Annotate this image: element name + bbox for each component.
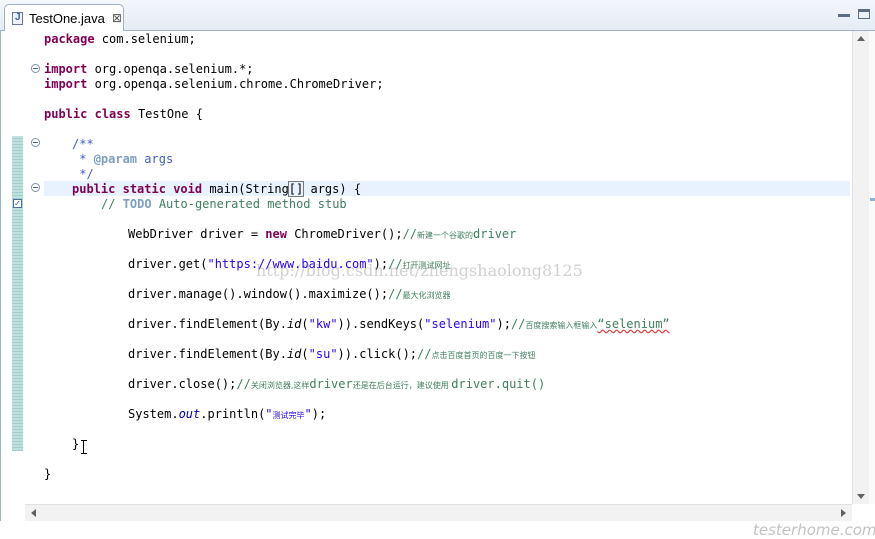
minimize-icon[interactable] <box>838 9 850 17</box>
corner-watermark: testerhome.com <box>753 521 875 539</box>
tab-label: TestOne.java <box>29 10 105 26</box>
maximize-icon[interactable] <box>858 9 870 19</box>
scroll-right-icon[interactable] <box>841 509 846 517</box>
code-line: System.out.println("测试完毕"); <box>128 407 327 421</box>
horizontal-scrollbar[interactable] <box>25 504 852 521</box>
text-cursor <box>81 440 88 454</box>
quick-diff-change-bar <box>12 136 23 451</box>
scroll-down-icon[interactable] <box>857 494 865 499</box>
close-icon[interactable]: ⊠ <box>112 11 122 25</box>
task-icon[interactable]: ✓ <box>13 199 22 208</box>
vertical-ruler: ✓ <box>1 31 25 504</box>
code-line: driver.close();//关闭浏览器,这样driver还是在后台运行，建… <box>128 377 546 391</box>
watermark: http://blog.csdn.net/zhengshaolong8125 <box>256 261 583 280</box>
code-line: } <box>44 467 52 481</box>
code-line: /** <box>72 137 94 151</box>
code-line: public class TestOne { <box>44 107 203 121</box>
code-line: driver.manage().window().maximize();//最大… <box>128 287 451 301</box>
scroll-left-icon[interactable] <box>31 509 36 517</box>
code-line: driver.findElement(By.id("su")).click();… <box>128 347 536 361</box>
overview-ruler[interactable] <box>869 31 875 504</box>
fold-icon[interactable] <box>31 64 40 73</box>
code-line: driver.findElement(By.id("kw")).sendKeys… <box>128 317 670 331</box>
code-line: import org.openqa.selenium.*; <box>44 62 254 76</box>
java-file-icon <box>12 11 23 25</box>
code-line: */ <box>72 167 94 181</box>
code-line: WebDriver driver = new ChromeDriver();//… <box>128 227 517 241</box>
code-line: } <box>72 437 80 451</box>
code-line: package com.selenium; <box>44 32 196 46</box>
fold-icon[interactable] <box>31 138 40 147</box>
editor-tab-bar: TestOne.java ⊠ <box>0 0 875 31</box>
overview-task-marker[interactable] <box>870 198 875 201</box>
scroll-up-icon[interactable] <box>857 36 865 41</box>
code-line: import org.openqa.selenium.chrome.Chrome… <box>44 77 384 91</box>
code-line: // TODO Auto-generated method stub <box>101 197 347 211</box>
code-editor[interactable]: ✓ package com.selenium; import org.openq… <box>0 31 875 539</box>
tab-testone-java[interactable]: TestOne.java ⊠ <box>4 4 124 31</box>
vertical-scrollbar[interactable] <box>852 31 869 504</box>
code-line: * @param args <box>72 152 174 166</box>
fold-icon[interactable] <box>31 183 40 192</box>
code-line: public static void main(String[] args) { <box>72 181 362 197</box>
